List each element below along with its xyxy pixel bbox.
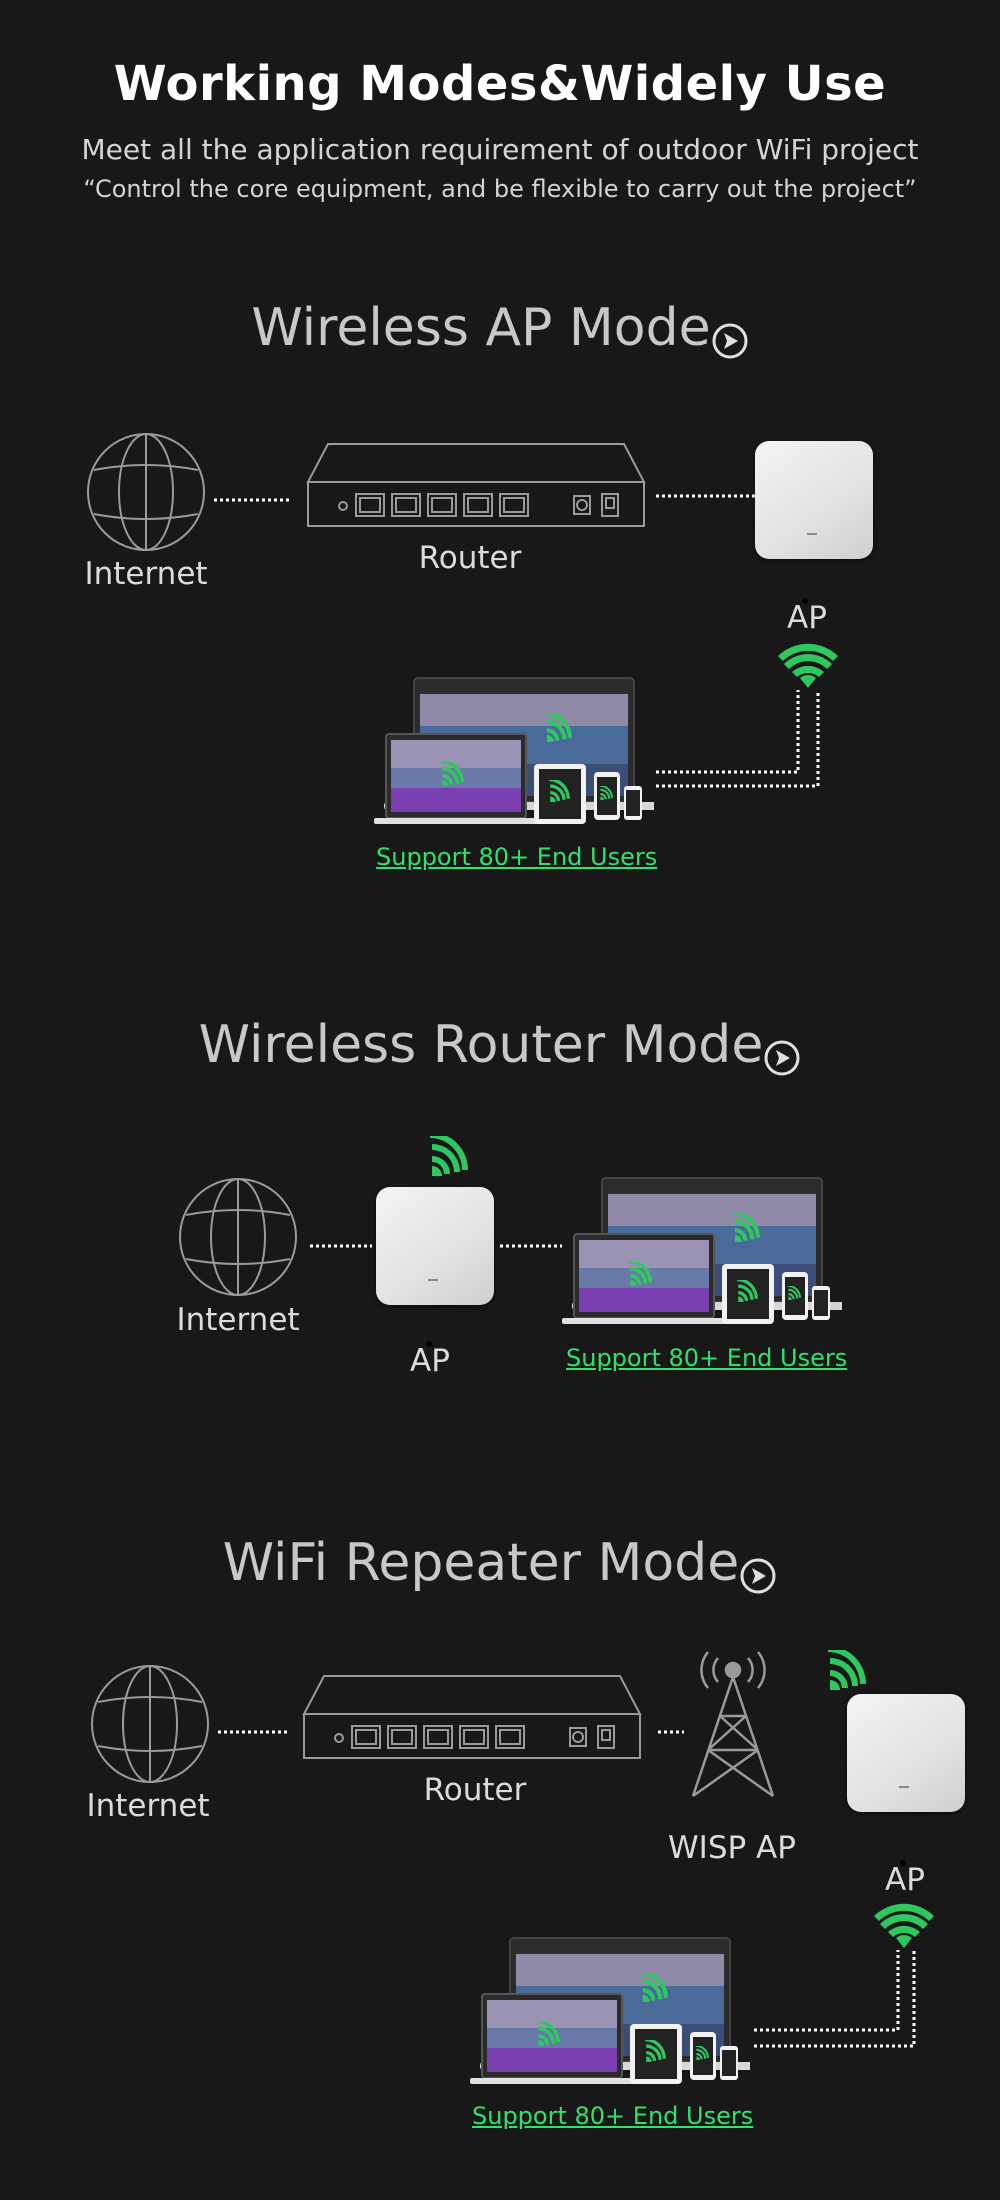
cable-line	[310, 1244, 372, 1248]
access-point-icon	[847, 1694, 965, 1812]
arrow-circle-icon	[712, 323, 748, 358]
access-point-icon	[755, 441, 873, 559]
arrow-circle-icon	[764, 1040, 800, 1075]
cable-line	[656, 494, 756, 498]
cable-line	[218, 1730, 290, 1734]
devices-icon	[562, 1176, 842, 1326]
wifi-signal-icon	[828, 1650, 866, 1690]
router-label: Router	[418, 540, 522, 576]
page-subtitle: Meet all the application requirement of …	[81, 133, 919, 166]
end-users-link[interactable]: Support 80+ End Users	[472, 2102, 753, 2130]
ap-label: AP	[787, 600, 827, 636]
mode-ap-title: Wireless AP Mode	[251, 298, 711, 358]
ap-label: AP	[410, 1343, 450, 1379]
router-icon	[307, 443, 645, 527]
arrow-circle-icon	[740, 1558, 776, 1593]
end-users-link[interactable]: Support 80+ End Users	[376, 843, 657, 871]
wifi-signal-icon	[874, 1903, 934, 1948]
cable-line	[214, 498, 290, 502]
mode-ap-heading: Wireless AP Mode	[0, 298, 1000, 360]
router-label: Router	[423, 1772, 527, 1808]
router-icon	[303, 1675, 641, 1759]
access-point-icon	[376, 1187, 494, 1305]
ap-label: AP	[885, 1862, 925, 1898]
devices-icon	[374, 676, 654, 826]
tower-icon	[691, 1650, 775, 1798]
signal-path	[656, 690, 820, 788]
globe-icon	[87, 433, 205, 551]
page-title: Working Modes&Widely Use	[113, 56, 887, 112]
mode-router-title: Wireless Router Mode	[198, 1015, 764, 1075]
internet-label: Internet	[176, 1302, 300, 1338]
wifi-signal-icon	[430, 1136, 468, 1176]
globe-icon	[179, 1178, 297, 1296]
wifi-signal-icon	[778, 643, 838, 688]
internet-label: Internet	[86, 1788, 210, 1824]
devices-icon	[470, 1936, 750, 2086]
signal-path	[754, 1950, 916, 2048]
mode-router-heading: Wireless Router Mode	[0, 1015, 1000, 1077]
page-quote: “Control the core equipment, and be flex…	[83, 175, 917, 203]
wisp-ap-label: WISP AP	[668, 1830, 796, 1866]
internet-label: Internet	[84, 556, 208, 592]
cable-line	[500, 1244, 562, 1248]
globe-icon	[91, 1665, 209, 1783]
mode-repeater-heading: WiFi Repeater Mode	[0, 1533, 1000, 1595]
end-users-link[interactable]: Support 80+ End Users	[566, 1344, 847, 1372]
mode-repeater-title: WiFi Repeater Mode	[222, 1533, 740, 1593]
